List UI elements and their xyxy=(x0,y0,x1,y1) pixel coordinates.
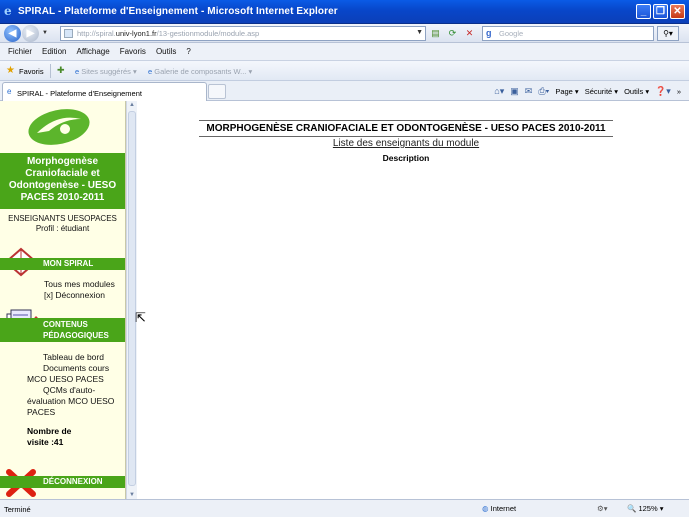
link-qcms-2[interactable]: évaluation MCO UESO xyxy=(27,396,125,407)
search-placeholder: Google xyxy=(499,29,524,38)
favorites-star-icon[interactable]: ★ xyxy=(6,65,15,76)
close-button[interactable]: ✕ xyxy=(670,4,685,19)
zoom-icon: 🔍 xyxy=(627,504,639,513)
menu-outils[interactable]: Outils xyxy=(156,47,176,56)
refresh-icon[interactable]: ⟳ xyxy=(446,27,459,40)
globe-icon: ◍ xyxy=(482,504,491,513)
minimize-button[interactable]: _ xyxy=(636,4,651,19)
print-icon[interactable]: ⎙▾ xyxy=(538,86,549,97)
search-button[interactable]: ⚲▾ xyxy=(657,26,679,41)
favorites-bar: ★ Favoris ✚ e Sites suggérés ▾ e Galerie… xyxy=(0,61,689,81)
help-icon[interactable]: ❓▾ xyxy=(655,86,671,97)
mail-icon[interactable]: ✉ xyxy=(525,86,533,97)
visit-counter: Nombre de visite :41 xyxy=(27,426,71,448)
link-qcms-3[interactable]: PACES xyxy=(27,407,125,418)
security-menu[interactable]: Sécurité ▾ xyxy=(585,87,618,96)
back-button[interactable]: ◀ xyxy=(4,25,21,42)
browser-window: e SPIRAL - Plateforme d'Enseignement - M… xyxy=(0,0,689,517)
section-contenus-line1: CONTENUS xyxy=(43,320,88,329)
page-content: Morphogenèse Craniofaciale et Odontogenè… xyxy=(0,101,689,499)
module-title: Morphogenèse Craniofaciale et Odontogenè… xyxy=(0,153,125,209)
history-dropdown-icon[interactable]: ▼ xyxy=(42,30,48,36)
window-title: SPIRAL - Plateforme d'Enseignement - Mic… xyxy=(18,6,338,17)
section-contenus-line2: PÉDAGOGIQUES xyxy=(43,331,109,340)
sidebar-scrollbar[interactable]: ▲ ▼ xyxy=(126,101,137,499)
teacher-line: ENSEIGNANTS UESOPACES xyxy=(8,214,117,223)
visit-value: visite :41 xyxy=(27,437,64,447)
link-deconnexion[interactable]: [x] Déconnexion xyxy=(44,290,115,301)
feeds-icon[interactable]: ▣ xyxy=(510,86,519,97)
search-input[interactable]: g Google xyxy=(482,26,654,41)
ie-page-icon: e xyxy=(7,87,12,96)
tab-label: SPIRAL - Plateforme d'Enseignement xyxy=(17,89,142,98)
url-text: http://spiral.univ-lyon1.fr/13-gestionmo… xyxy=(77,29,260,38)
stop-icon[interactable]: ✕ xyxy=(463,27,476,40)
home-icon[interactable]: ⌂▾ xyxy=(494,86,504,97)
sidebar: Morphogenèse Craniofaciale et Odontogenè… xyxy=(0,101,126,499)
visit-label: Nombre de xyxy=(27,426,72,436)
new-tab-button[interactable] xyxy=(208,84,226,99)
menu-help[interactable]: ? xyxy=(186,47,190,56)
tab-spiral[interactable]: e SPIRAL - Plateforme d'Enseignement xyxy=(2,82,207,101)
zoom-level[interactable]: 🔍 125% ▾ xyxy=(627,504,663,513)
page-title: MORPHOGENÈSE CRANIOFACIALE ET ODONTOGENÈ… xyxy=(199,120,613,137)
menu-fichier[interactable]: Fichier xyxy=(8,47,32,56)
more-chevron-icon[interactable]: » xyxy=(677,87,681,96)
scroll-down-icon[interactable]: ▼ xyxy=(129,492,135,498)
title-bar: e SPIRAL - Plateforme d'Enseignement - M… xyxy=(0,0,689,24)
menu-affichage[interactable]: Affichage xyxy=(76,47,109,56)
user-info: ENSEIGNANTS UESOPACES Profil : étudiant xyxy=(0,214,125,234)
section-deconnexion[interactable]: DÉCONNEXION xyxy=(0,476,125,488)
teachers-list-link[interactable]: Liste des enseignants du module xyxy=(199,138,613,149)
tab-bar: e SPIRAL - Plateforme d'Enseignement ⌂▾ … xyxy=(0,81,689,101)
section-contenus-pedagogiques: CONTENUS PÉDAGOGIQUES xyxy=(0,318,125,342)
scroll-up-icon[interactable]: ▲ xyxy=(129,102,135,108)
link-tous-mes-modules[interactable]: Tous mes modules xyxy=(44,279,115,290)
menu-bar: Fichier Edition Affichage Favoris Outils… xyxy=(0,43,689,61)
mouse-cursor-icon: ⇱ xyxy=(135,310,146,325)
url-dropdown-icon[interactable]: ▼ xyxy=(416,29,423,36)
contenus-links: Tableau de bord Documents cours MCO UESO… xyxy=(27,352,125,418)
compatibility-icon[interactable]: ▤ xyxy=(429,27,442,40)
page-favicon-icon xyxy=(64,29,73,38)
spiral-logo-icon[interactable] xyxy=(27,107,91,147)
description-heading: Description xyxy=(382,153,430,163)
protected-mode-icon[interactable]: ⚙▾ xyxy=(597,504,608,513)
google-icon: g xyxy=(486,28,492,38)
address-bar: ◀ ▶ ▼ http://spiral.univ-lyon1.fr/13-ges… xyxy=(0,24,689,43)
main-panel: MORPHOGENÈSE CRANIOFACIALE ET ODONTOGENÈ… xyxy=(137,101,689,499)
suggested-sites-link[interactable]: e Sites suggérés ▾ xyxy=(75,67,137,76)
maximize-button[interactable]: ❐ xyxy=(653,4,668,19)
link-tableau-de-bord[interactable]: Tableau de bord xyxy=(27,352,125,363)
tools-menu[interactable]: Outils ▾ xyxy=(624,87,649,96)
menu-edition[interactable]: Edition xyxy=(42,47,66,56)
status-bar: Terminé ◍ Internet ⚙▾ 🔍 125% ▾ xyxy=(0,499,689,517)
link-qcms[interactable]: QCMs d'auto- xyxy=(27,385,125,396)
mon-spiral-links: Tous mes modules [x] Déconnexion xyxy=(44,279,115,301)
favorites-separator xyxy=(50,64,51,78)
ie-logo-icon: e xyxy=(4,4,12,18)
profile-line: Profil : étudiant xyxy=(35,224,90,233)
page-menu[interactable]: Page ▾ xyxy=(555,87,578,96)
link-documents-cours-2[interactable]: MCO UESO PACES xyxy=(27,374,125,385)
add-favorite-icon[interactable]: ✚ xyxy=(57,65,65,76)
link-documents-cours[interactable]: Documents cours xyxy=(27,363,125,374)
command-bar: ⌂▾ ▣ ✉ ⎙▾ Page ▾ Sécurité ▾ Outils ▾ ❓▾ … xyxy=(494,86,681,97)
menu-favoris[interactable]: Favoris xyxy=(120,47,146,56)
scrollbar-thumb[interactable] xyxy=(128,111,136,486)
forward-button[interactable]: ▶ xyxy=(22,25,39,42)
section-mon-spiral: MON SPIRAL xyxy=(0,258,125,270)
window-controls: _ ❐ ✕ xyxy=(636,4,685,19)
favorites-button[interactable]: Favoris xyxy=(19,67,44,76)
web-slice-gallery-link[interactable]: e Galerie de composants W... ▾ xyxy=(148,67,252,76)
url-field[interactable]: http://spiral.univ-lyon1.fr/13-gestionmo… xyxy=(60,26,426,41)
status-text: Terminé xyxy=(4,505,31,514)
security-zone: ◍ Internet xyxy=(482,504,517,513)
